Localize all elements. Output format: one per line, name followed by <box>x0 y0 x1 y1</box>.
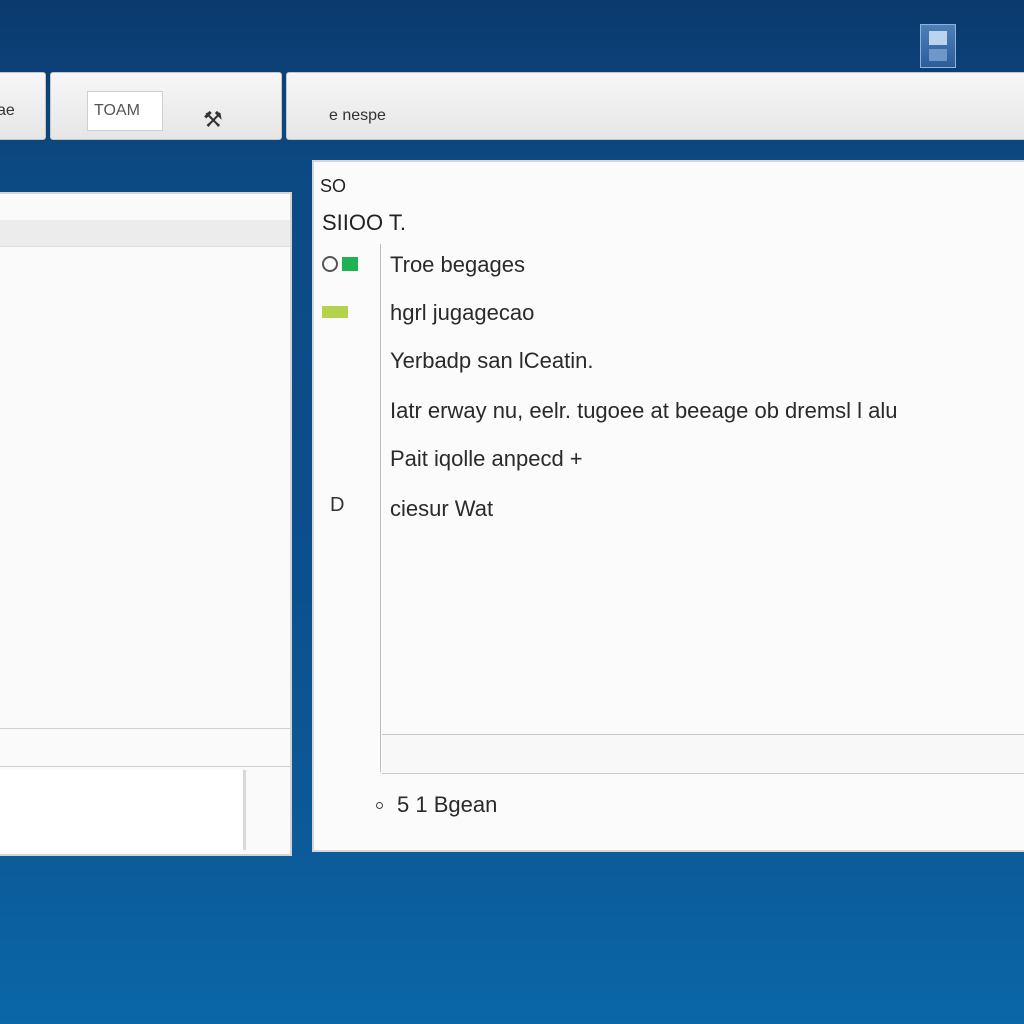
panel-title: SIIOO T. <box>322 210 406 235</box>
left-panel-bottom-box[interactable] <box>0 770 246 850</box>
list-item[interactable]: Pait iqolle anpecd + <box>390 446 583 472</box>
list-item[interactable]: Iatr erway nu, eelr. tugoee at beeage ob… <box>390 398 898 424</box>
panel-title-small: SO <box>320 176 347 196</box>
left-panel <box>0 192 292 856</box>
yellow-status-icon <box>322 306 348 318</box>
desktop: { "toolbar": { "left_label": "ae", "fiel… <box>0 0 1024 1024</box>
left-panel-divider <box>0 766 290 767</box>
list-item[interactable]: Yerbadp san lCeatin. <box>390 348 593 374</box>
gutter-divider <box>380 244 381 772</box>
left-panel-header <box>0 220 290 247</box>
list-item[interactable]: ciesur Wat <box>390 496 493 522</box>
left-panel-divider <box>0 728 290 729</box>
row-marker: D <box>330 494 344 517</box>
green-status-icon <box>342 257 358 271</box>
circle-icon <box>322 256 338 272</box>
main-panel: SO SIIOO T. Troe begages hgrl jugagecao … <box>312 160 1024 852</box>
toolbar-segment-left[interactable]: ae <box>0 72 46 140</box>
list-item[interactable]: hgrl jugagecao <box>390 300 534 326</box>
footer-status-text: 5 1 Bgean <box>397 792 498 817</box>
tool-icon[interactable]: ⚒ <box>203 107 223 133</box>
content-input-bar[interactable] <box>382 734 1024 774</box>
row-marker <box>322 306 348 318</box>
panel-footer-status: 5 1 Bgean <box>376 792 497 818</box>
row-marker <box>322 256 358 272</box>
toolbar-right-label: e nespe <box>329 107 386 124</box>
toolbar-field[interactable]: TOAM <box>87 91 163 131</box>
list-item[interactable]: Troe begages <box>390 252 525 278</box>
tray-app-icon[interactable] <box>920 24 956 68</box>
toolbar-segment-middle: TOAM ⚒ <box>50 72 282 140</box>
dot-icon <box>376 801 383 809</box>
toolbar-left-label: ae <box>0 102 15 119</box>
toolbar-segment-right[interactable]: e nespe <box>286 72 1024 140</box>
d-marker-icon: D <box>330 494 345 516</box>
